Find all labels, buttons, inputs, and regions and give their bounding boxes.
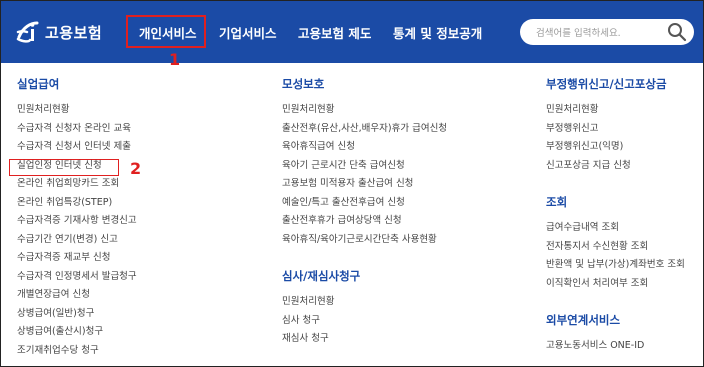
menu-item[interactable]: 육아휴직급여 신청 (282, 138, 447, 157)
menu-item[interactable]: 민원처리현황 (546, 101, 685, 120)
menu-item[interactable]: 상병급여(일반)청구 (17, 305, 137, 324)
section-title-unemployment-benefits[interactable]: 실업급여 (17, 77, 137, 91)
menu-item[interactable]: 개별연장급여 신청 (17, 286, 137, 305)
menu-item[interactable]: 예술인/특고 출산전후급여 신청 (282, 194, 447, 213)
nav-statistics-info[interactable]: 통계 및 정보공개 (393, 23, 482, 42)
menu-item[interactable]: 조기재취업수당 청구 (17, 342, 137, 361)
menu-item[interactable]: 출산전후휴가 급여상당액 신청 (282, 212, 447, 231)
menu-item[interactable]: 수급자격 신청자 온라인 교육 (17, 120, 137, 139)
menu-item[interactable]: 상병급여(출산시)청구 (17, 323, 137, 342)
menu-item[interactable]: 전자통지서 수신현황 조회 (546, 238, 685, 257)
nav-highlight-box (126, 15, 206, 48)
menu-item[interactable]: 고용노동서비스 ONE-ID (546, 337, 685, 356)
menu-item[interactable]: 고용보험 미적용자 출산급여 신청 (282, 175, 447, 194)
menu-item[interactable]: 부정행위신고(익명) (546, 138, 685, 157)
nav-insurance-system[interactable]: 고용보험 제도 (298, 23, 371, 42)
menu-item[interactable]: 수급자격증 기재사항 변경신고 (17, 212, 137, 231)
menu-item[interactable]: 급여수급내역 조회 (546, 219, 685, 238)
annotation-step-1: 1 (169, 50, 181, 69)
menu-item[interactable]: 민원처리현황 (282, 293, 447, 312)
section-title-inquiry[interactable]: 조회 (546, 195, 685, 209)
page-frame: 고용보험 개인서비스 기업서비스 고용보험 제도 통계 및 정보공개 검색어를 … (0, 0, 704, 367)
menu-item[interactable]: 수급자격 인정명세서 발급청구 (17, 268, 137, 287)
section-title-appeals[interactable]: 심사/재심사청구 (282, 269, 447, 283)
search-box[interactable]: 검색어를 입력하세요. (520, 19, 694, 45)
nav-business-services[interactable]: 기업서비스 (219, 23, 277, 42)
logo-text: 고용보험 (45, 23, 103, 42)
menu-item[interactable]: 온라인 취업특강(STEP) (17, 194, 137, 213)
menu-item[interactable]: 심사 청구 (282, 312, 447, 331)
menu-item[interactable]: 수급자격증 재교부 신청 (17, 249, 137, 268)
menu-column-unemployment: 실업급여 민원처리현황 수급자격 신청자 온라인 교육 수급자격 신청서 인터넷… (17, 77, 137, 360)
menu-column-maternity: 모성보호 민원처리현황 출산전후(유산,사산,배우자)휴가 급여신청 육아휴직급… (282, 77, 447, 349)
menu-item[interactable]: 재심사 청구 (282, 330, 447, 349)
menu-item[interactable]: 수급자격 신청서 인터넷 제출 (17, 138, 137, 157)
menu-item[interactable]: 반환액 및 납부(가상)계좌번호 조회 (546, 256, 685, 275)
search-icon[interactable] (667, 22, 687, 42)
section-title-fraud-report[interactable]: 부정행위신고/신고포상금 (546, 77, 685, 91)
section-title-external-services[interactable]: 외부연계서비스 (546, 313, 685, 327)
logo-emblem-icon (16, 21, 39, 43)
top-navigation-bar: 고용보험 개인서비스 기업서비스 고용보험 제도 통계 및 정보공개 검색어를 … (1, 1, 703, 63)
menu-item[interactable]: 육아휴직/육아기근로시간단축 사용현황 (282, 231, 447, 250)
menu-item[interactable]: 부정행위신고 (546, 120, 685, 139)
menu-item[interactable]: 민원처리현황 (282, 101, 447, 120)
menu-item[interactable]: 육아기 근로시간 단축 급여신청 (282, 157, 447, 176)
menu-item[interactable]: 신고포상금 지급 신청 (546, 157, 685, 176)
menu-item[interactable]: 출산전후(유산,사산,배우자)휴가 급여신청 (282, 120, 447, 139)
section-title-maternity-protection[interactable]: 모성보호 (282, 77, 447, 91)
menu-item[interactable]: 수급기간 연기(변경) 신고 (17, 231, 137, 250)
search-input[interactable]: 검색어를 입력하세요. (536, 25, 621, 39)
menu-column-fraud-report: 부정행위신고/신고포상금 민원처리현황 부정행위신고 부정행위신고(익명) 신고… (546, 77, 685, 356)
menu-item[interactable]: 이직확인서 처리여부 조회 (546, 275, 685, 294)
menu-item[interactable]: 온라인 취업희망카드 조회 (17, 175, 137, 194)
site-logo[interactable]: 고용보험 (15, 18, 102, 46)
menu-item[interactable]: 민원처리현황 (17, 101, 137, 120)
menu-item-unemployment-recognition[interactable]: 실업인정 인터넷 신청 (17, 157, 137, 176)
